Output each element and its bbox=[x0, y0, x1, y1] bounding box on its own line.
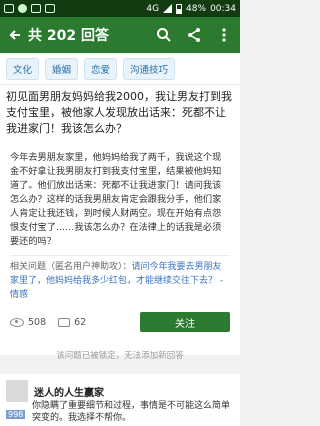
related-question: 相关问题（匿名用户神助攻）：请问今年我要去男朋友家里了，他妈妈给我多少红包，才能… bbox=[10, 260, 230, 302]
more-icon[interactable] bbox=[216, 27, 232, 43]
signal-icon bbox=[163, 4, 173, 13]
answer-excerpt[interactable]: 你隐瞒了重要细节和过程，事情是不可能这么简单突变的。我选择不帮你。 bbox=[32, 400, 232, 424]
comment-icon[interactable] bbox=[58, 317, 71, 327]
app-bar: 共 202 回答 bbox=[0, 17, 240, 53]
topic-tags: 文化 婚姻 恋爱 沟通技巧 bbox=[0, 53, 240, 85]
back-icon[interactable] bbox=[8, 27, 24, 43]
image-icon bbox=[31, 4, 41, 13]
question-stats: 508 62 关注 bbox=[0, 309, 240, 335]
message-icon bbox=[18, 4, 27, 13]
page-title: 共 202 回答 bbox=[28, 28, 109, 44]
tag-culture[interactable]: 文化 bbox=[6, 57, 40, 80]
tag-love[interactable]: 恋爱 bbox=[84, 57, 118, 80]
tag-marriage[interactable]: 婚姻 bbox=[45, 57, 79, 80]
status-right: 4G 48% 00:34 bbox=[146, 3, 236, 14]
vote-count: 998 bbox=[6, 410, 26, 419]
follow-button[interactable]: 关注 bbox=[140, 312, 230, 332]
tag-communication[interactable]: 沟通技巧 bbox=[123, 57, 176, 80]
status-bar: 4G 48% 00:34 bbox=[0, 0, 240, 17]
network-label: 4G bbox=[146, 3, 160, 14]
answer-header: 迷人的人生赢家 bbox=[6, 380, 234, 402]
question-description: 今年去男朋友家里，他妈妈给我了两千，我说这个现金不好拿让我男朋友打到我支付宝里，… bbox=[10, 152, 222, 247]
answer-item[interactable]: 迷人的人生赢家 998 你隐瞒了重要细节和过程，事情是不可能这么简单突变的。我选… bbox=[0, 374, 240, 426]
related-label: 相关问题（匿名用户神助攻）： bbox=[10, 262, 132, 272]
clock: 00:34 bbox=[210, 3, 236, 14]
battery-level: 48% bbox=[186, 3, 207, 14]
eye-icon bbox=[10, 317, 24, 327]
avatar[interactable] bbox=[6, 380, 28, 402]
notification-icon bbox=[4, 4, 14, 13]
locked-notice: 该问题已被锁定，无法添加新回答 bbox=[56, 351, 184, 361]
usb-icon bbox=[45, 4, 55, 13]
view-count: 508 bbox=[28, 316, 47, 328]
status-left bbox=[4, 4, 55, 13]
app-bar-actions bbox=[156, 27, 232, 43]
question-title: 初见面男朋友妈妈给我2000，我让男友打到我支付宝里，被他家人发现放出话来：死都… bbox=[0, 85, 240, 143]
comment-count[interactable]: 62 bbox=[74, 317, 86, 328]
answer-author[interactable]: 迷人的人生赢家 bbox=[34, 384, 104, 399]
divider bbox=[10, 255, 230, 256]
battery-icon bbox=[176, 3, 183, 14]
share-icon[interactable] bbox=[186, 27, 202, 43]
search-icon[interactable] bbox=[156, 27, 172, 43]
